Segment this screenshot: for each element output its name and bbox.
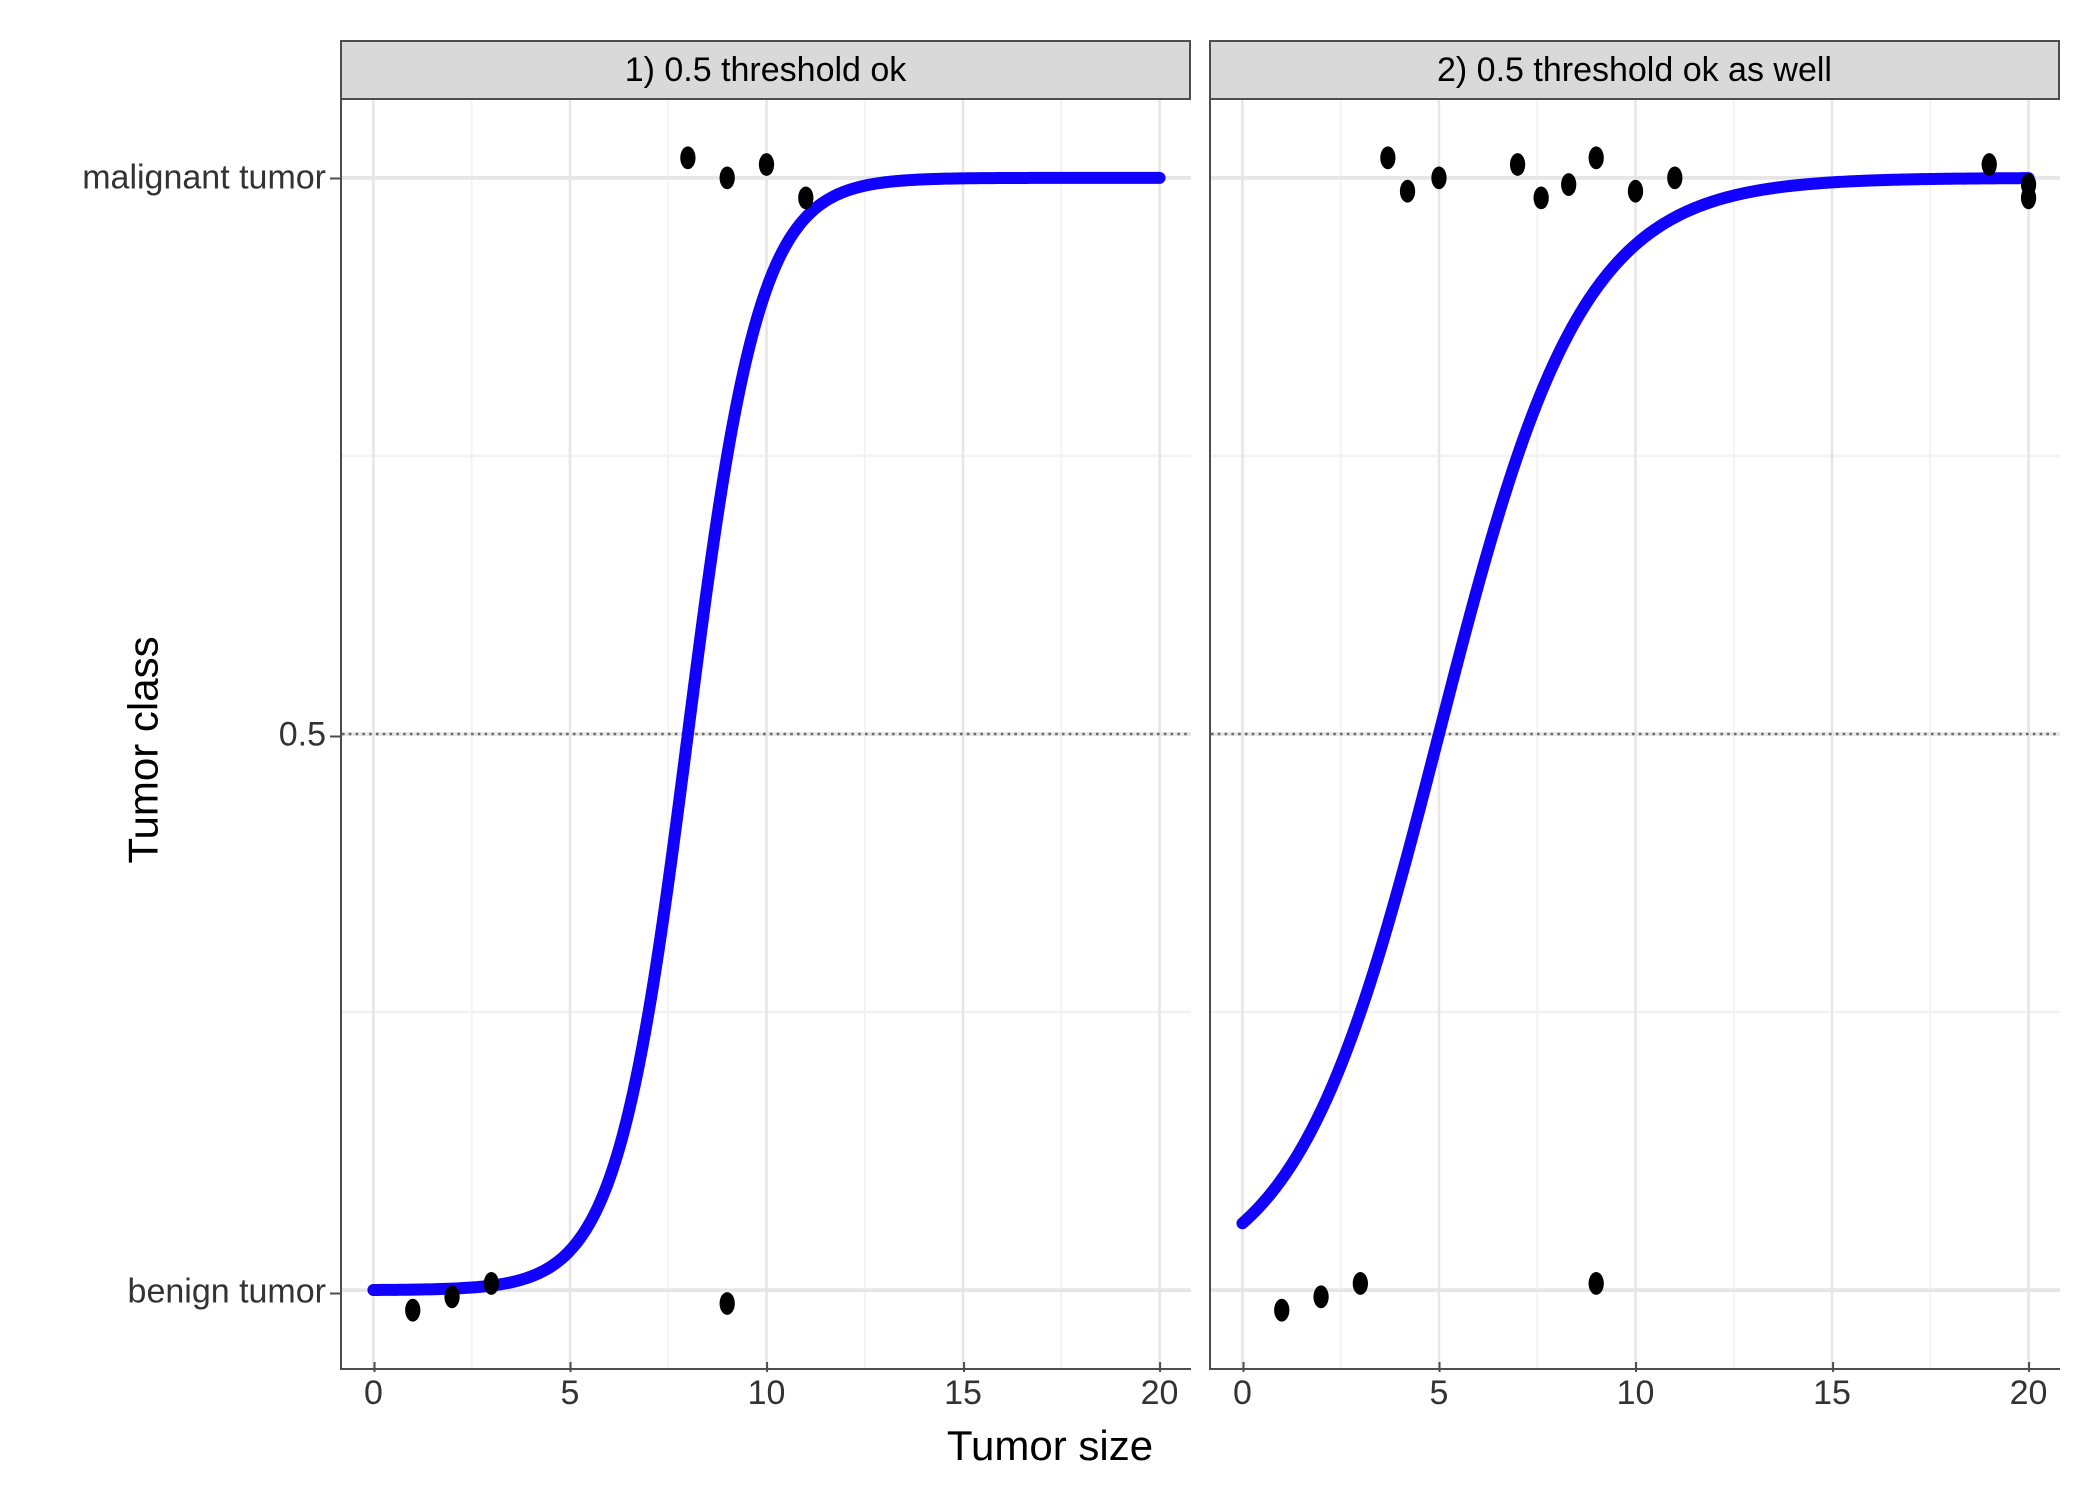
data-point	[444, 1285, 459, 1308]
data-point	[1628, 180, 1643, 203]
x-tick-label: 20	[1141, 1374, 1179, 1413]
y-axis-label: Tumor class	[120, 636, 168, 863]
facet-strip-label: 2) 0.5 threshold ok as well	[1209, 40, 2060, 100]
x-tick-label: 5	[561, 1374, 580, 1413]
x-axis-ticks: 0 5 10 15 20	[1211, 1374, 2060, 1424]
data-point	[1274, 1299, 1289, 1322]
data-point	[1589, 146, 1604, 169]
data-point	[1589, 1272, 1604, 1295]
data-point	[798, 186, 813, 209]
x-tick-label: 0	[1233, 1374, 1252, 1413]
data-point	[1561, 173, 1576, 196]
x-axis-label: Tumor size	[947, 1422, 1153, 1470]
x-tick-label: 15	[1813, 1374, 1851, 1413]
data-point	[1982, 153, 1997, 176]
plot-area: 05101520	[340, 100, 1191, 1370]
data-point	[1400, 180, 1415, 203]
x-tick-label: 15	[944, 1374, 982, 1413]
data-point	[1353, 1272, 1368, 1295]
data-point	[1313, 1285, 1328, 1308]
y-tick-label: malignant tumor	[82, 158, 326, 197]
data-point	[1380, 146, 1395, 169]
y-tick-label: 0.5	[279, 716, 326, 755]
data-point	[484, 1272, 499, 1295]
data-point	[1534, 186, 1549, 209]
y-tick-label: benign tumor	[128, 1273, 326, 1312]
data-point	[720, 1292, 735, 1315]
x-tick-label: 0	[364, 1374, 383, 1413]
data-point	[1510, 153, 1525, 176]
facet-panel: 2) 0.5 threshold ok as well05101520	[1209, 40, 2060, 1370]
data-point	[2021, 173, 2036, 196]
data-point	[405, 1299, 420, 1322]
facet-strip-label: 1) 0.5 threshold ok	[340, 40, 1191, 100]
figure: Tumor class Tumor size benign tumor 0.5 ma…	[0, 0, 2100, 1500]
plot-area: 05101520	[1209, 100, 2060, 1370]
data-point	[1431, 166, 1446, 189]
data-point	[1667, 166, 1682, 189]
x-tick-label: 5	[1430, 1374, 1449, 1413]
data-point	[759, 153, 774, 176]
x-axis-ticks: 0 5 10 15 20	[342, 1374, 1191, 1424]
data-point	[680, 146, 695, 169]
facet-panel: 1) 0.5 threshold ok05101520	[340, 40, 1191, 1370]
data-point	[720, 166, 735, 189]
facet-panels: 1) 0.5 threshold ok051015202) 0.5 thresh…	[340, 40, 2060, 1370]
x-tick-label: 10	[1617, 1374, 1655, 1413]
x-tick-label: 10	[748, 1374, 786, 1413]
x-tick-label: 20	[2010, 1374, 2048, 1413]
